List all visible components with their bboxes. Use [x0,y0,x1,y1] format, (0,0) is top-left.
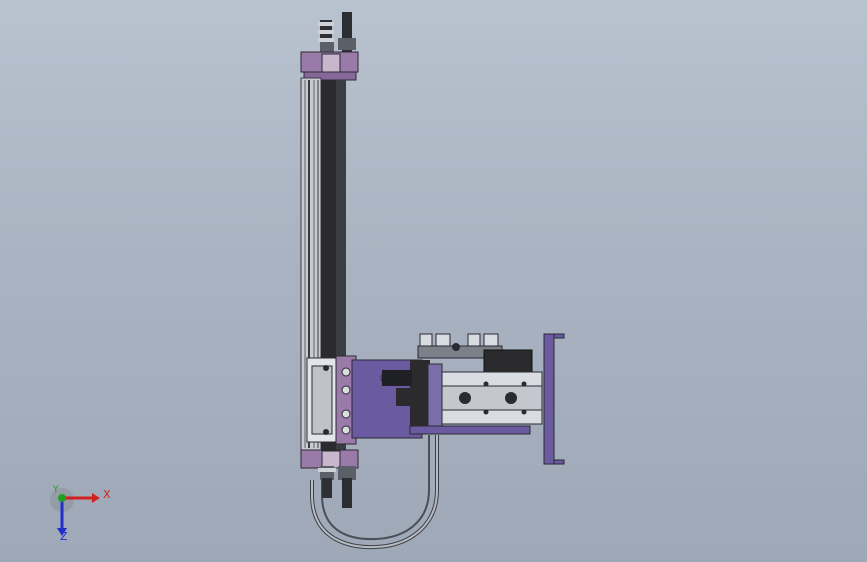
vertical-actuator[interactable] [300,12,359,508]
end-plate[interactable] [543,333,565,465]
x-axis-label: X [103,488,111,501]
y-axis-label: Y [53,485,59,495]
graphics-viewport[interactable]: X Y Z [0,0,867,562]
y-axis-icon [58,494,66,502]
z-axis-label: Z [60,530,68,543]
cad-model[interactable] [0,0,867,562]
